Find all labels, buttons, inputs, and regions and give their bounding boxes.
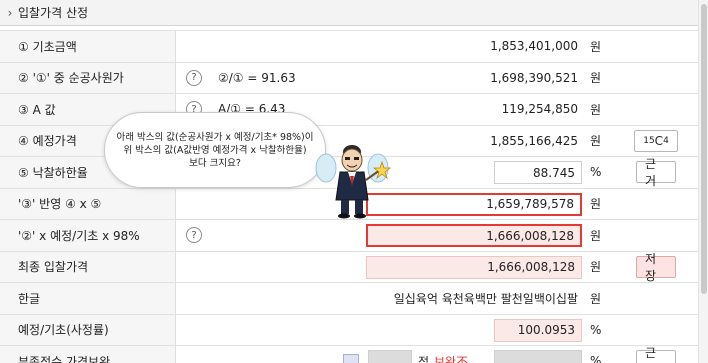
unit-label: 원 — [590, 102, 602, 117]
table-row-net-cost-ratio: '②' x 예정/기초 x 98% ? 1,666,008,128 원 — [0, 220, 698, 252]
table-row-final-bid-price: 최종 입찰가격 1,666,008,128 원 저장 — [0, 251, 698, 283]
unit-label: % — [590, 322, 602, 337]
base-amount-value: 1,853,401,000 — [490, 39, 578, 54]
row-label: 부족점수 가격보완 — [0, 346, 176, 363]
row-label: '③' 반영 ④ x ⑤ — [0, 188, 176, 219]
table-row-price-supplement: 부족점수 가격보완 점 보완不 % 근거 — [0, 346, 698, 363]
row-label: 한글 — [0, 283, 176, 314]
table-row-net-construction-cost: ② '①' 중 순공사원가 ? ②/① = 91.63 1,698,390,52… — [0, 62, 698, 94]
basis-button[interactable]: 근거 — [636, 346, 676, 363]
tooltip-line: 보다 크지요? — [189, 157, 241, 169]
unit-label: % — [590, 165, 602, 180]
vertical-scrollbar[interactable] — [698, 0, 708, 363]
estimated-price-value: 1,855,166,425 — [490, 133, 578, 148]
supplement-checkbox[interactable] — [343, 354, 359, 363]
table-row-assessment-rate: 예정/기초(사정률) 100.0953 % — [0, 314, 698, 346]
a-value: 119,254,850 — [501, 102, 578, 117]
question-circle-icon[interactable]: ? — [186, 69, 202, 86]
row-label: 예정/기초(사정률) — [0, 314, 176, 345]
unit-label: % — [590, 354, 602, 363]
unit-label: 원 — [590, 228, 602, 243]
unit-label: 원 — [590, 197, 602, 212]
unit-label: 원 — [590, 291, 602, 306]
lower-limit-rate-input[interactable]: 88.745 — [494, 161, 582, 184]
save-button[interactable]: 저장 — [636, 252, 676, 283]
unit-label: 원 — [590, 39, 602, 54]
help-button[interactable]: ? — [185, 63, 203, 94]
net-cost-value: 1,698,390,521 — [490, 70, 578, 85]
fairy-mascot-illustration — [315, 145, 392, 219]
row-label: 최종 입찰가격 — [0, 251, 176, 282]
help-button[interactable]: ? — [185, 220, 203, 251]
table-row-a-value: ③ A 값 ? A/① = 6.43 119,254,850 원 — [0, 94, 698, 126]
unit-label: 원 — [590, 260, 602, 275]
help-tooltip-bubble: 아래 박스의 값(순공사원가 x 예정/기초* 98%)이 위 박스의 값(A값… — [104, 112, 326, 188]
reflected-price-value: 1,659,789,578 — [366, 192, 582, 216]
ratio-formula: ②/① = 91.63 — [218, 70, 296, 85]
points-unit-label: 점 — [418, 354, 430, 363]
row-label: ② '①' 중 순공사원가 — [0, 62, 176, 93]
unit-label: 원 — [590, 134, 602, 149]
assessment-rate-value: 100.0953 — [494, 318, 582, 342]
final-bid-price-value: 1,666,008,128 — [366, 255, 582, 279]
supplement-rate-input[interactable] — [494, 350, 582, 363]
scrollbar-thumb[interactable] — [701, 4, 707, 294]
tooltip-line: 아래 박스의 값(순공사원가 x 예정/기초* 98%)이 — [116, 131, 314, 143]
question-circle-icon[interactable]: ? — [186, 227, 202, 244]
row-label: ① 기초금액 — [0, 31, 176, 62]
section-title: 입찰가격 산정 — [18, 6, 89, 20]
supplement-status-text: 보완不 — [434, 354, 469, 363]
shortfall-points-input[interactable] — [368, 350, 412, 363]
unit-label: 원 — [590, 71, 602, 86]
basis-button[interactable]: 근거 — [636, 157, 676, 188]
section-header[interactable]: › 입찰가격 산정 — [0, 0, 698, 26]
korean-amount-text: 일십육억 육천육백만 팔천일백이십팔 — [393, 291, 578, 306]
combination-15c4-button[interactable]: 15 C 4 — [634, 129, 678, 152]
row-label: '②' x 예정/기초 x 98% — [0, 220, 176, 251]
chevron-right-icon[interactable]: › — [2, 6, 18, 20]
table-row-korean-amount: 한글 일십육억 육천육백만 팔천일백이십팔 원 — [0, 283, 698, 315]
tooltip-line: 위 박스의 값(A값반영 예정가격 x 낙찰하한율) — [123, 144, 307, 156]
net-cost-ratio-value: 1,666,008,128 — [366, 224, 582, 247]
table-row-base-amount: ① 기초금액 1,853,401,000 원 — [0, 31, 698, 63]
